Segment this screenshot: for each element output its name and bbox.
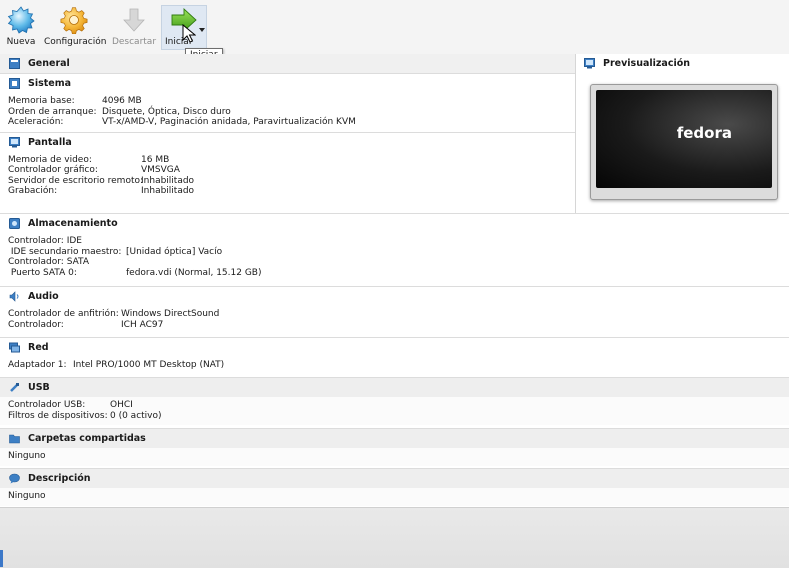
- network-icon: [9, 342, 20, 353]
- section-display-header[interactable]: Pantalla: [0, 133, 575, 152]
- gear-icon: [60, 7, 88, 34]
- audio-speaker-icon: [9, 291, 19, 302]
- section-audio-header[interactable]: Audio: [0, 287, 789, 306]
- network-details: Adaptador 1: Intel PRO/1000 MT Desktop (N…: [0, 357, 789, 375]
- section-network: Red Adaptador 1: Intel PRO/1000 MT Deskto…: [0, 337, 789, 375]
- detail-row: IDE secundario maestro: [Unidad óptica] V…: [8, 246, 223, 257]
- section-preview-title: Previsualización: [603, 58, 690, 69]
- settings-label: Configuración: [44, 37, 107, 47]
- section-shared-folders-header[interactable]: Carpetas compartidas: [0, 429, 789, 448]
- section-shared-folders: Carpetas compartidas Ninguno: [0, 428, 789, 466]
- section-description-header[interactable]: Descripción: [0, 469, 789, 488]
- section-usb-title: USB: [28, 382, 50, 393]
- section-usb-header[interactable]: USB: [0, 378, 789, 397]
- usb-icon: [10, 383, 19, 392]
- settings-button[interactable]: Configuración: [44, 6, 107, 47]
- section-display-title: Pantalla: [28, 136, 72, 148]
- preview-panel: Previsualización fedora: [575, 54, 789, 214]
- detail-row: Puerto SATA 0: fedora.vdi (Normal, 15.12 …: [8, 267, 262, 278]
- detail-row: Orden de arranque: Disquete, Óptica, Disc…: [8, 106, 231, 117]
- section-system-header[interactable]: Sistema: [0, 74, 575, 93]
- detail-row: Controlador gráfico: VMSVGA: [8, 165, 180, 175]
- detail-row: Filtros de dispositivos: 0 (0 activo): [8, 410, 162, 421]
- general-icon: [9, 58, 20, 69]
- storage-details: Controlador: IDE IDE secundario maestro:…: [0, 233, 789, 282]
- storage-controller-sata: Controlador: SATA: [8, 257, 89, 267]
- shared-folders-value: Ninguno: [8, 451, 46, 461]
- section-description: Descripción Ninguno: [0, 468, 789, 506]
- section-general-header[interactable]: General: [0, 54, 575, 73]
- section-network-title: Red: [28, 342, 49, 353]
- empty-area: [0, 507, 789, 568]
- shared-folders-details: Ninguno: [0, 448, 789, 466]
- preview-monitor-icon: [584, 58, 595, 69]
- detail-row: Controlador: ICH AC97: [8, 319, 164, 330]
- new-machine-icon: [7, 6, 35, 34]
- section-storage-header[interactable]: Almacenamiento: [0, 214, 789, 233]
- new-button[interactable]: Nueva: [4, 6, 38, 47]
- section-usb: USB Controlador USB: OHCI Filtros de disp…: [0, 377, 789, 425]
- window-edge-accent: [0, 550, 3, 567]
- display-details: Memoria de video: 16 MB Controlador gráfi…: [0, 152, 575, 201]
- system-details: Memoria base: 4096 MB Orden de arranque: D…: [0, 93, 575, 132]
- section-general-title: General: [28, 58, 70, 69]
- section-audio: Audio Controlador de anfitrión: Windows D…: [0, 286, 789, 334]
- detail-row: Aceleración: VT-x/AMD-V, Paginación anida…: [8, 117, 356, 127]
- section-system-title: Sistema: [28, 78, 72, 89]
- vm-preview-screen: fedora: [596, 90, 772, 188]
- section-storage-title: Almacenamiento: [28, 218, 118, 229]
- section-shared-folders-title: Carpetas compartidas: [28, 433, 146, 444]
- section-preview-header[interactable]: Previsualización: [576, 54, 789, 73]
- usb-details: Controlador USB: OHCI Filtros de disposit…: [0, 397, 789, 425]
- discard-button[interactable]: Descartar: [111, 6, 157, 47]
- section-audio-title: Audio: [28, 291, 59, 302]
- description-value: Ninguno: [8, 491, 46, 501]
- detail-row: Servidor de escritorio remoto: Inhabilita…: [8, 175, 195, 186]
- display-monitor-icon: [9, 136, 20, 147]
- system-chip-icon: [9, 78, 20, 89]
- vm-preview-name: fedora: [676, 124, 732, 142]
- audio-details: Controlador de anfitrión: Windows DirectS…: [0, 306, 789, 334]
- section-network-header[interactable]: Red: [0, 338, 789, 357]
- storage-disk-icon: [9, 218, 20, 229]
- discard-label: Descartar: [111, 37, 157, 47]
- start-dropdown-arrow-icon[interactable]: [199, 28, 205, 32]
- detail-row: Memoria de video: 16 MB: [8, 154, 170, 165]
- detail-row: Memoria base: 4096 MB: [8, 96, 142, 106]
- section-storage: Almacenamiento Controlador: IDE IDE secu…: [0, 213, 789, 282]
- mouse-cursor-icon: [182, 24, 196, 43]
- new-label: Nueva: [6, 37, 36, 47]
- detail-row: Controlador de anfitrión: Windows DirectS…: [8, 309, 220, 319]
- storage-controller-ide: Controlador: IDE: [8, 236, 82, 246]
- section-description-title: Descripción: [28, 473, 91, 484]
- description-details: Ninguno: [0, 488, 789, 506]
- detail-row: Controlador USB: OHCI: [8, 400, 133, 410]
- detail-row: Grabación: Inhabilitado: [8, 186, 195, 196]
- vm-preview-thumbnail: fedora: [590, 84, 778, 200]
- shared-folder-icon: [9, 434, 20, 444]
- toolbar: Nueva Configuración Descartar Iniciar In…: [0, 0, 789, 62]
- detail-row: Adaptador 1: Intel PRO/1000 MT Desktop (N…: [8, 360, 225, 370]
- discard-arrow-icon: [123, 8, 145, 32]
- description-speech-icon: [9, 473, 20, 484]
